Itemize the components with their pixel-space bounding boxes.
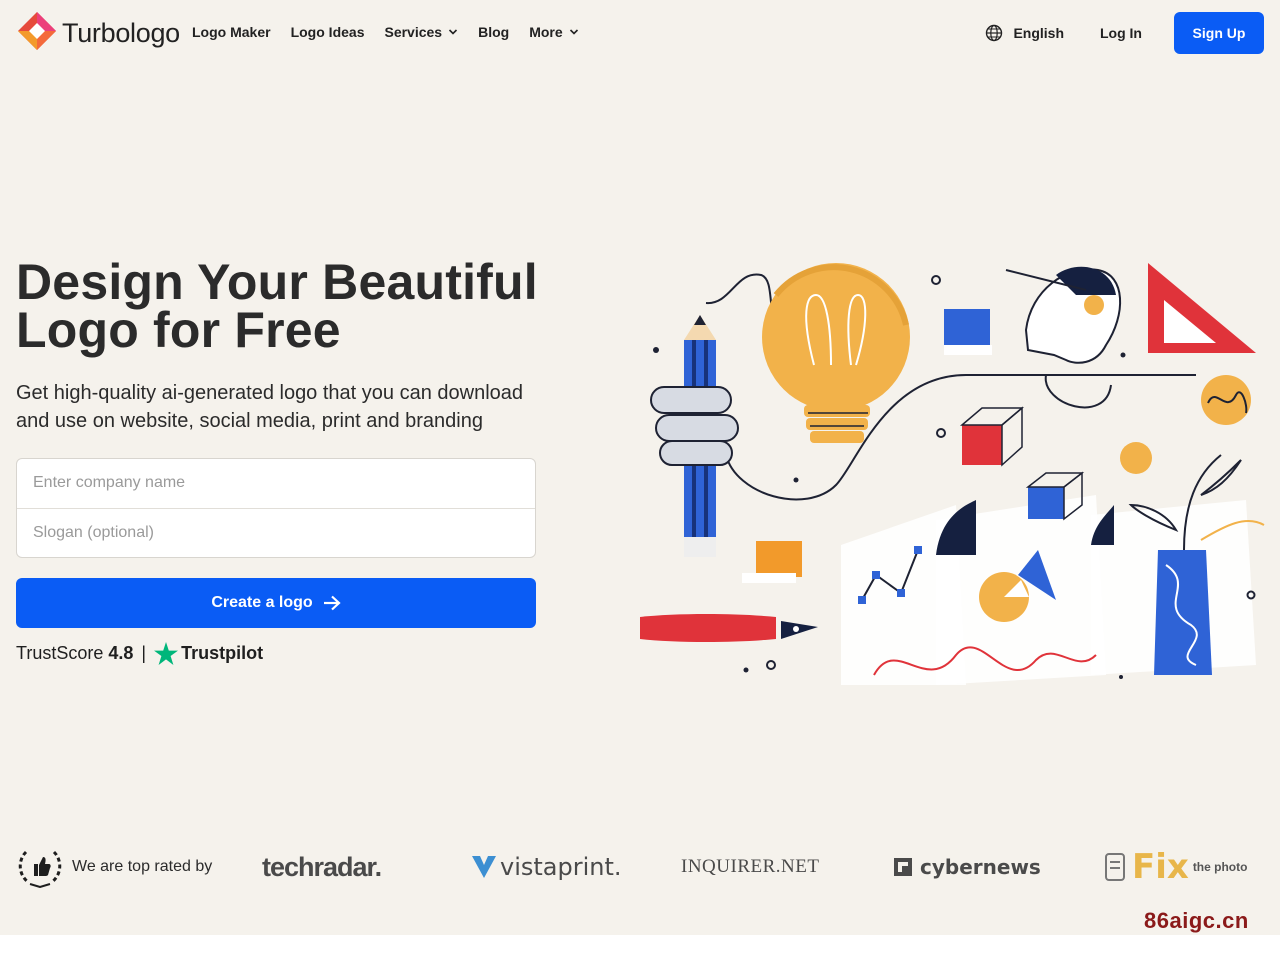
arrow-right-icon: [323, 595, 341, 611]
watermark: 86aigc.cn: [1144, 908, 1249, 933]
nav-more[interactable]: More: [529, 24, 578, 40]
cybernews-logo: cybernews: [894, 845, 1041, 889]
hero-title-line: Logo for Free: [16, 302, 341, 358]
vistaprint-logo: vistaprint.: [472, 845, 622, 889]
cybernews-icon: [894, 858, 912, 876]
brand[interactable]: Turbologo: [18, 12, 180, 55]
logo-form: [16, 458, 536, 558]
brand-name: Turbologo: [62, 18, 180, 48]
trustpilot-brand: Trustpilot: [181, 643, 264, 663]
site-header: Turbologo Logo Maker Logo Ideas Services…: [0, 0, 1280, 66]
fixthephoto-camera-icon: [1105, 853, 1125, 881]
main-nav: Logo Maker Logo Ideas Services Blog More: [192, 24, 599, 40]
hero-subtitle-line: Get high-quality ai-generated logo that …: [16, 382, 524, 404]
techradar-logo: techradar.: [262, 851, 382, 882]
star-icon: [154, 642, 179, 665]
hero-illustration: [640, 263, 1265, 685]
fixthephoto-logo: Fix the photo: [1104, 845, 1247, 889]
nav-logo-maker[interactable]: Logo Maker: [192, 24, 271, 40]
hero-subtitle-line: and use on website, social media, print …: [16, 410, 483, 432]
nav-logo-ideas[interactable]: Logo Ideas: [291, 24, 365, 40]
chevron-down-icon: [449, 29, 458, 35]
nav-label: Logo Ideas: [290, 24, 365, 40]
inquirer-logo: INQUIRER.NET: [681, 856, 820, 877]
vistaprint-name: vistaprint.: [500, 853, 622, 881]
fix-word: Fix: [1132, 847, 1189, 887]
globe-icon: [986, 24, 1003, 42]
signup-button[interactable]: Sign Up: [1174, 12, 1264, 54]
create-logo-label: Create a logo: [211, 594, 313, 611]
nav-label: Logo Maker: [192, 24, 271, 40]
footer-edge: [0, 935, 1280, 960]
nav-services[interactable]: Services: [384, 24, 458, 40]
rated-label: We are top rated by: [16, 845, 212, 889]
language-selector[interactable]: English: [985, 24, 1064, 42]
login-link[interactable]: Log In: [1100, 25, 1142, 41]
create-logo-button[interactable]: Create a logo: [16, 578, 536, 628]
language-label: English: [1013, 25, 1064, 41]
cybernews-name: cybernews: [920, 855, 1041, 879]
trust-score: 4.8: [108, 643, 134, 663]
trust-label: TrustScore: [16, 643, 104, 663]
rated-strip: We are top rated by techradar. vistaprin…: [16, 845, 1266, 889]
slogan-input[interactable]: [17, 509, 535, 557]
hero-subtitle: Get high-quality ai-generated logo that …: [16, 379, 536, 435]
turbologo-logo-icon: [18, 12, 56, 55]
nav-label: Blog: [478, 24, 510, 40]
trustscore[interactable]: TrustScore 4.8 | Trustpilot: [16, 642, 263, 665]
nav-blog[interactable]: Blog: [478, 24, 509, 40]
hero-title: Design Your Beautiful Logo for Free: [16, 254, 616, 358]
vistaprint-v-icon: [472, 856, 496, 878]
company-name-input[interactable]: [17, 459, 535, 507]
header-actions: English Log In Sign Up: [985, 12, 1264, 54]
hero-title-line: Design Your Beautiful: [16, 254, 538, 310]
nav-label: More: [529, 24, 563, 40]
laurel-thumbs-up-icon: [18, 850, 62, 888]
trust-separator: |: [141, 643, 147, 663]
nav-label: Services: [384, 24, 443, 40]
the-photo-word: the photo: [1192, 859, 1248, 874]
rated-text: We are top rated by: [72, 858, 213, 875]
chevron-down-icon: [569, 29, 578, 35]
